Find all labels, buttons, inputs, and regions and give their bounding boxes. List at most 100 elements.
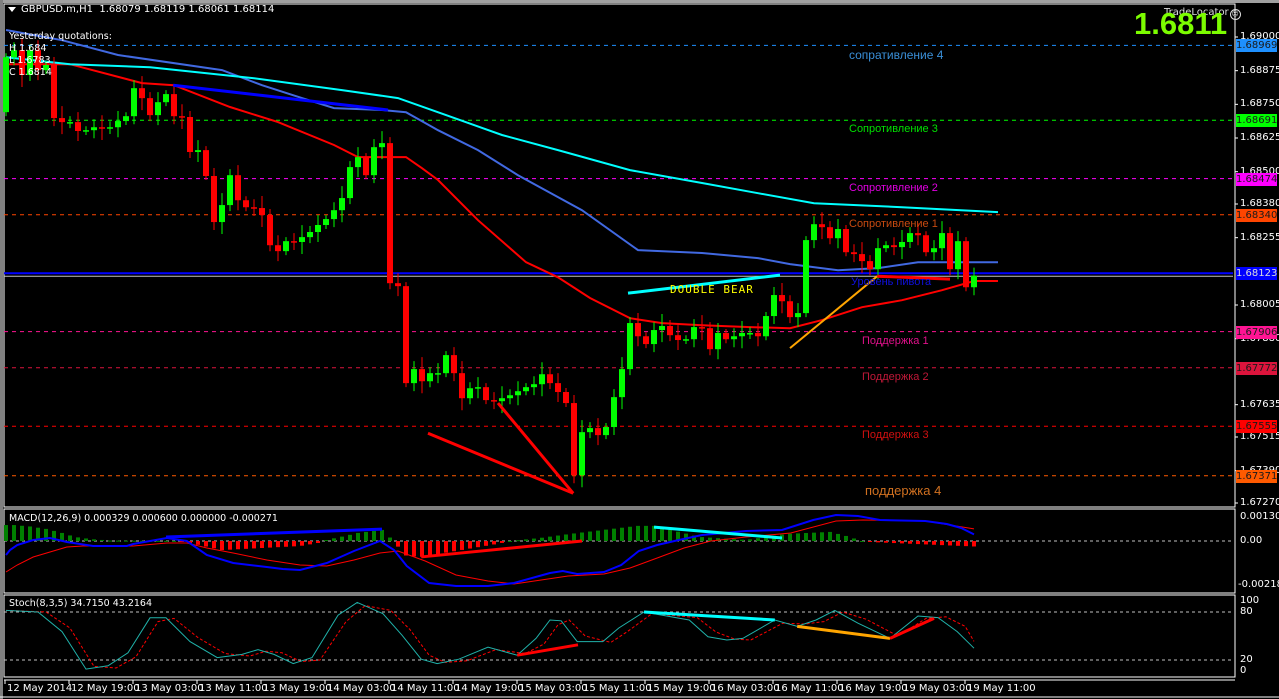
bear-candle	[419, 369, 425, 382]
macd-histogram-bar	[260, 541, 264, 549]
bull-candle	[115, 121, 121, 128]
bull-candle	[875, 248, 881, 270]
time-axis-label: 13 May 03:00	[135, 683, 204, 694]
macd-histogram-bar	[332, 538, 336, 541]
macd-histogram-bar	[700, 537, 704, 541]
bear-candle	[363, 157, 369, 176]
bull-candle	[427, 373, 433, 382]
bull-candle	[539, 374, 545, 385]
bull-candle	[515, 391, 521, 396]
macd-histogram-bar	[4, 525, 8, 541]
stoch-axis-0: 0	[1240, 665, 1247, 676]
price-axis-tick: 1.67635	[1240, 398, 1279, 410]
level-label: поддержка 4	[865, 482, 942, 498]
bull-candle	[499, 398, 505, 402]
chart-canvas[interactable]	[0, 0, 1279, 699]
macd-histogram-bar	[460, 541, 464, 550]
macd-histogram-bar	[412, 541, 416, 557]
bear-candle	[483, 387, 489, 401]
dropdown-triangle-icon[interactable]	[8, 6, 16, 12]
macd-histogram-bar	[420, 541, 424, 557]
level-label: Поддержка 3	[862, 429, 929, 442]
level-label: Сопротивление 2	[849, 181, 938, 194]
bull-candle	[651, 330, 657, 345]
macd-histogram-bar	[756, 538, 760, 541]
macd-histogram-bar	[268, 541, 272, 548]
macd-histogram-bar	[644, 525, 648, 541]
price-axis-tick: 1.68875	[1240, 64, 1279, 76]
bear-candle	[179, 116, 185, 118]
macd-histogram-bar	[372, 530, 376, 541]
time-axis-label: 15 May 11:00	[583, 683, 652, 694]
macd-histogram-bar	[444, 541, 448, 553]
macd-histogram-bar	[156, 540, 160, 542]
ohlc-values: 1.68079 1.68119 1.68061 1.68114	[99, 4, 275, 15]
macd-histogram-bar	[76, 537, 80, 541]
bull-candle	[771, 295, 777, 317]
macd-histogram-bar	[860, 541, 864, 542]
time-axis-label: 19 May 11:00	[967, 683, 1036, 694]
macd-histogram-bar	[284, 541, 288, 547]
moving-average-ma_mid	[5, 29, 998, 272]
macd-axis-zero: 0.00	[1240, 535, 1263, 546]
bear-candle	[99, 127, 105, 129]
macd-histogram-bar	[668, 529, 672, 541]
bear-candle	[547, 374, 553, 384]
bear-candle	[387, 143, 393, 284]
macd-histogram-bar	[748, 539, 752, 541]
macd-histogram-bar	[932, 541, 936, 545]
chart-header: GBPUSD.m,H1 1.68079 1.68119 1.68061 1.68…	[8, 4, 274, 15]
stoch-title: Stoch(8,3,5) 34.7150 43.2164	[9, 598, 153, 609]
macd-histogram-bar	[396, 541, 400, 547]
level-price-tag: 1.68969	[1236, 39, 1278, 53]
macd-histogram-bar	[852, 538, 856, 541]
macd-histogram-bar	[628, 526, 632, 541]
macd-histogram-bar	[876, 541, 880, 543]
bull-candle	[315, 225, 321, 233]
bear-candle	[699, 327, 705, 329]
bear-candle	[187, 116, 193, 153]
bear-candle	[147, 98, 153, 116]
macd-histogram-bar	[492, 541, 496, 545]
macd-histogram-bar	[364, 531, 368, 541]
macd-histogram-bar	[476, 541, 480, 548]
bear-candle	[275, 245, 281, 252]
macd-histogram-bar	[28, 526, 32, 541]
macd-histogram-bar	[620, 527, 624, 541]
bear-candle	[827, 227, 833, 239]
bear-candle	[403, 286, 409, 384]
macd-histogram-bar	[468, 541, 472, 549]
bear-candle	[563, 392, 569, 404]
bull-candle	[627, 323, 633, 370]
macd-histogram-bar	[524, 539, 528, 541]
symbol-label: GBPUSD.m,H1	[21, 4, 93, 15]
bull-candle	[307, 232, 313, 238]
macd-histogram-bar	[292, 541, 296, 547]
trendline	[496, 402, 575, 495]
bull-candle	[339, 198, 345, 211]
level-price-tag: 1.67555	[1236, 420, 1278, 434]
time-axis-label: 16 May 11:00	[775, 683, 844, 694]
bull-candle	[691, 327, 697, 340]
time-axis-label: 13 May 19:00	[263, 683, 332, 694]
macd-histogram-bar	[588, 531, 592, 541]
bull-candle	[715, 333, 721, 350]
bear-candle	[251, 207, 257, 209]
bull-candle	[907, 233, 913, 242]
macd-histogram-bar	[300, 541, 304, 546]
bull-candle	[227, 175, 233, 206]
macd-histogram-bar	[356, 532, 360, 541]
macd-histogram-bar	[956, 541, 960, 546]
bull-candle	[411, 369, 417, 384]
bear-candle	[867, 261, 873, 270]
macd-histogram-bar	[884, 541, 888, 543]
macd-histogram-bar	[100, 539, 104, 541]
bull-candle	[955, 241, 961, 270]
bull-candle	[603, 427, 609, 436]
bear-candle	[571, 403, 577, 476]
bull-candle	[435, 373, 441, 375]
price-axis-tick: 1.68005	[1240, 299, 1279, 310]
bull-candle	[107, 127, 113, 129]
stoch-axis-100: 100	[1240, 595, 1260, 606]
bear-candle	[947, 233, 953, 270]
